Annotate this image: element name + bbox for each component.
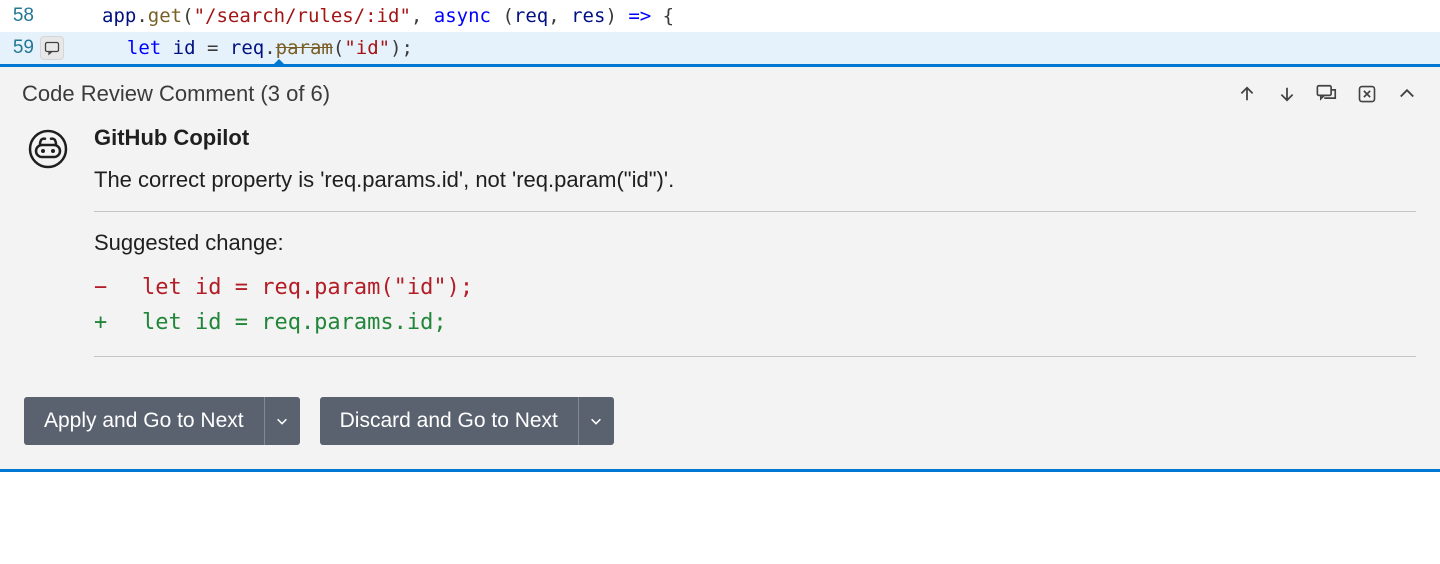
- code-text: app.get("/search/rules/:id", async (req,…: [72, 5, 674, 27]
- comment-author: GitHub Copilot: [94, 125, 1416, 151]
- diff-addition: +let id = req.params.id;: [94, 305, 1416, 340]
- comment-glyph-icon[interactable]: [40, 36, 64, 60]
- code-line-59[interactable]: 59 let id = req.param("id");: [0, 32, 1440, 64]
- diff-block: −let id = req.param("id"); +let id = req…: [94, 270, 1416, 340]
- divider: [94, 211, 1416, 212]
- discard-button[interactable]: Discard and Go to Next: [320, 397, 578, 445]
- arrow-down-icon[interactable]: [1276, 83, 1298, 105]
- comment-discussion-icon[interactable]: [1316, 83, 1338, 105]
- comment-body: GitHub Copilot The correct property is '…: [0, 121, 1440, 357]
- gutter: 58: [0, 5, 72, 27]
- apply-button[interactable]: Apply and Go to Next: [24, 397, 264, 445]
- apply-split-button: Apply and Go to Next: [24, 397, 300, 445]
- close-box-icon[interactable]: [1356, 83, 1378, 105]
- code-editor[interactable]: 58 app.get("/search/rules/:id", async (r…: [0, 0, 1440, 64]
- code-text: let id = req.param("id");: [72, 37, 415, 59]
- panel-header: Code Review Comment (3 of 6): [0, 67, 1440, 121]
- apply-dropdown-icon[interactable]: [264, 397, 300, 445]
- chevron-up-icon[interactable]: [1396, 83, 1418, 105]
- panel-actions: [1236, 83, 1418, 105]
- line-number: 58: [8, 5, 34, 27]
- arrow-up-icon[interactable]: [1236, 83, 1258, 105]
- discard-split-button: Discard and Go to Next: [320, 397, 614, 445]
- diff-deletion: −let id = req.param("id");: [94, 270, 1416, 305]
- code-line-58[interactable]: 58 app.get("/search/rules/:id", async (r…: [0, 0, 1440, 32]
- gutter: 59: [0, 36, 72, 60]
- discard-dropdown-icon[interactable]: [578, 397, 614, 445]
- code-review-panel: Code Review Comment (3 of 6): [0, 64, 1440, 472]
- suggested-change-label: Suggested change:: [94, 230, 1416, 256]
- line-number: 59: [8, 37, 34, 59]
- copilot-avatar-icon: [28, 129, 68, 169]
- panel-title: Code Review Comment (3 of 6): [22, 81, 330, 107]
- button-row: Apply and Go to Next Discard and Go to N…: [0, 357, 1440, 469]
- divider: [94, 356, 1416, 357]
- comment-text: The correct property is 'req.params.id',…: [94, 167, 1416, 193]
